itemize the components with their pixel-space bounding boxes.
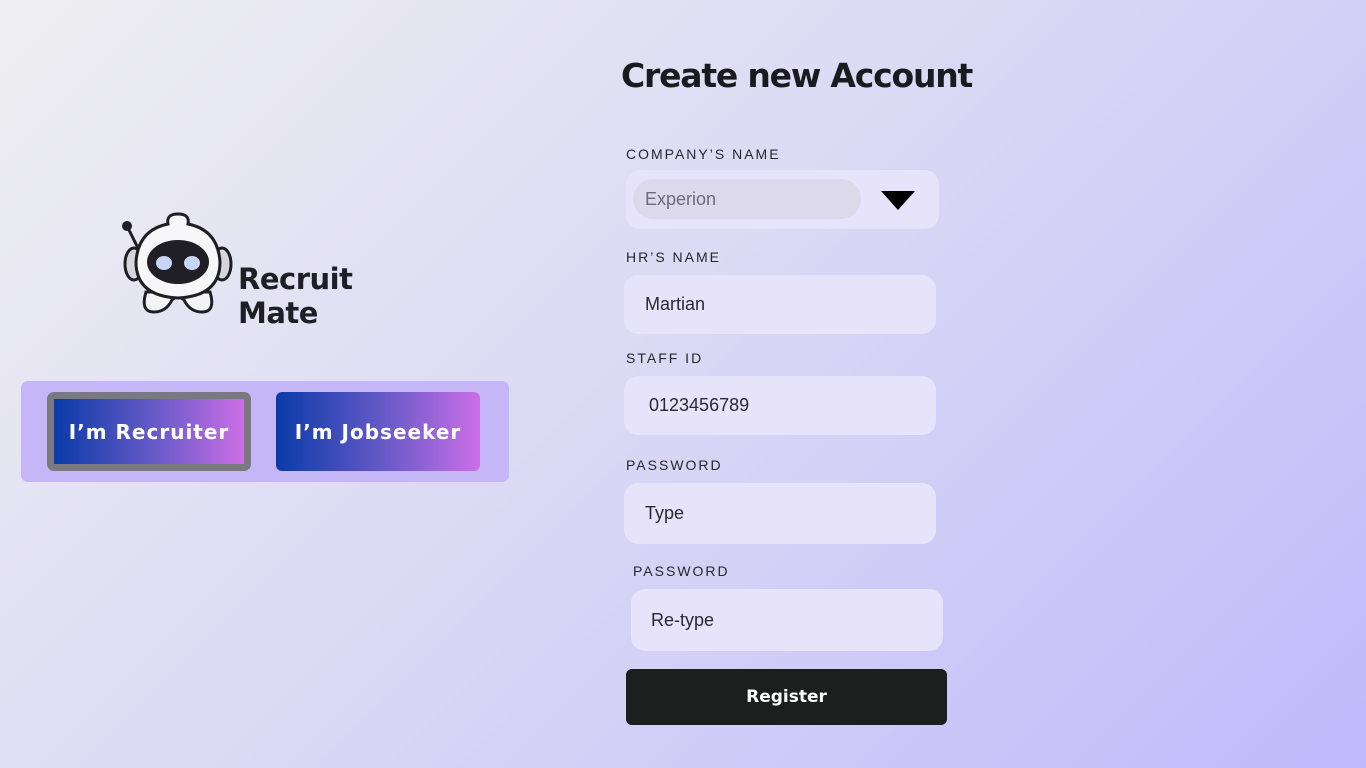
company-name-select[interactable]: Experion <box>626 170 939 229</box>
register-button[interactable]: Register <box>626 669 947 725</box>
page-title: Create new Account <box>621 56 973 95</box>
password-field[interactable]: Type <box>624 483 936 544</box>
jobseeker-role-button[interactable]: I’m Jobseeker <box>276 392 480 471</box>
recruiter-role-button[interactable]: I’m Recruiter <box>47 392 251 471</box>
company-name-label: COMPANY’S NAME <box>626 146 781 162</box>
role-switch: I’m Recruiter I’m Jobseeker <box>21 381 509 482</box>
password-confirm-label: PASSWORD <box>633 563 730 579</box>
staff-id-value: 0123456789 <box>649 395 750 415</box>
company-name-value[interactable]: Experion <box>633 179 861 219</box>
brand-name: Recruit Mate <box>238 262 353 330</box>
robot-mascot-icon <box>122 212 233 314</box>
hr-name-label: HR’S NAME <box>626 249 722 265</box>
password-placeholder: Type <box>645 503 685 523</box>
password-confirm-field[interactable]: Re-type <box>631 589 943 651</box>
hr-name-value: Martian <box>645 294 706 314</box>
brand: Recruit Mate <box>118 204 438 330</box>
password-label: PASSWORD <box>626 457 723 473</box>
hr-name-field[interactable]: Martian <box>624 275 936 334</box>
password-confirm-placeholder: Re-type <box>651 609 715 630</box>
staff-id-field[interactable]: 0123456789 <box>624 376 936 435</box>
staff-id-label: STAFF ID <box>626 350 704 366</box>
caret-down-icon[interactable] <box>881 191 915 210</box>
